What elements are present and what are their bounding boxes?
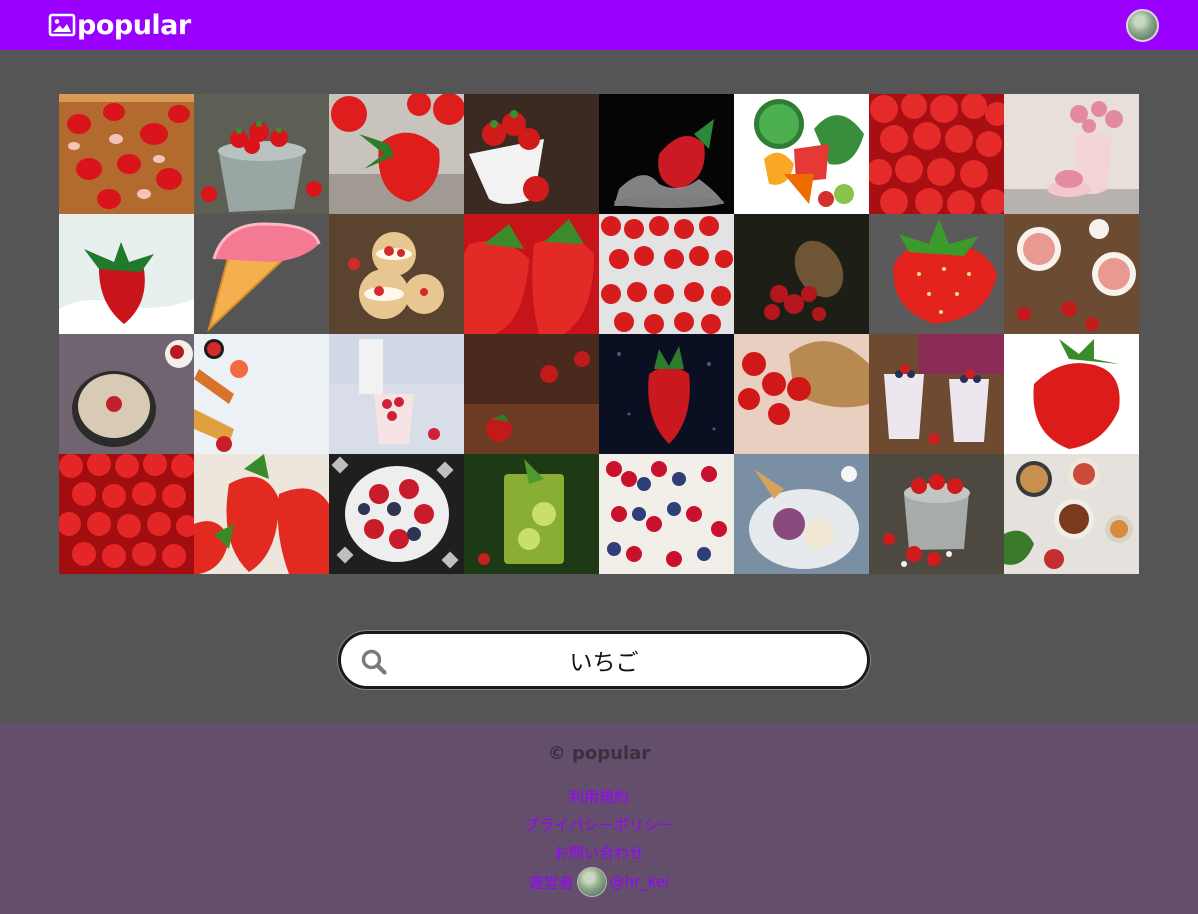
image-grid [59,94,1139,574]
contact-link-label[interactable]: お問い合わせ [554,844,644,862]
operator-avatar[interactable] [576,867,607,897]
image-icon [48,13,76,37]
photo-strawberry-parfait-milk[interactable] [329,334,464,454]
photo-strawberries-white-bowl[interactable] [464,94,599,214]
search-input[interactable] [341,634,867,686]
operator-handle-link[interactable]: @hr_kei [610,873,670,891]
photo-strawberry-baskets[interactable] [599,214,734,334]
photo-strawberry-milk-splash[interactable] [59,214,194,334]
photo-berry-parfait-glasses[interactable] [869,334,1004,454]
terms-link[interactable]: 利用規約 [0,786,1198,807]
photo-strawberries-pile[interactable] [869,94,1004,214]
user-avatar-button[interactable] [1126,9,1159,42]
photo-two-strawberries-closeup[interactable] [464,214,599,334]
photo-berries-patterned-cloth[interactable] [329,454,464,574]
operator-info: 運営者 @hr_kei [0,867,1198,897]
photo-strawberries-wicker-basket[interactable] [734,334,869,454]
photo-oatmeal-bowl[interactable] [59,334,194,454]
photo-ice-cream-plate[interactable] [734,454,869,574]
search-bar [338,631,870,689]
photo-sliced-strawberries-board[interactable] [59,94,194,214]
search-icon[interactable] [361,649,387,675]
copyright-text: © popular [547,743,651,764]
illustration-ice-cream-cone[interactable] [194,214,329,334]
terms-link-label[interactable]: 利用規約 [569,788,629,806]
footer: © popular 利用規約 プライバシーポリシー お問い合わせ 運営者 @hr… [0,723,1198,914]
photo-cream-puffs-strawberries[interactable] [329,214,464,334]
photo-strawberries-wood-table[interactable] [464,334,599,454]
photo-strawberries-metal-bucket[interactable] [869,454,1004,574]
contact-link[interactable]: お問い合わせ [0,842,1198,863]
illustration-fruits-vegetables[interactable] [734,94,869,214]
photo-fruit-flatlay-white[interactable] [194,334,329,454]
brand-logo-link[interactable]: popular [48,9,191,41]
photo-strawberry-bubbles-dark[interactable] [599,334,734,454]
photo-strawberry-water-splash[interactable] [599,94,734,214]
photo-strawberry-closeup-gravel[interactable] [329,94,464,214]
illustration-strawberry[interactable] [869,214,1004,334]
operator-label: 運営者 [528,873,574,892]
top-navbar: popular [0,0,1198,50]
photo-basket-dark-background[interactable] [734,214,869,334]
photo-single-strawberry-white[interactable] [1004,334,1139,454]
photo-berry-boxes[interactable] [599,454,734,574]
privacy-policy-link-label[interactable]: プライバシーポリシー [524,816,674,834]
photo-strawberry-ice-cream-cups[interactable] [1004,214,1139,334]
photo-lime-drink-glass[interactable] [464,454,599,574]
privacy-policy-link[interactable]: プライバシーポリシー [0,814,1198,835]
photo-strawberries-many[interactable] [59,454,194,574]
photo-strawberries-closeup-green[interactable] [194,454,329,574]
photo-flowers-pitcher-table[interactable] [1004,94,1139,214]
brand-name: popular [77,9,191,41]
photo-strawberries-bucket[interactable] [194,94,329,214]
photo-breakfast-bowls-table[interactable] [1004,454,1139,574]
